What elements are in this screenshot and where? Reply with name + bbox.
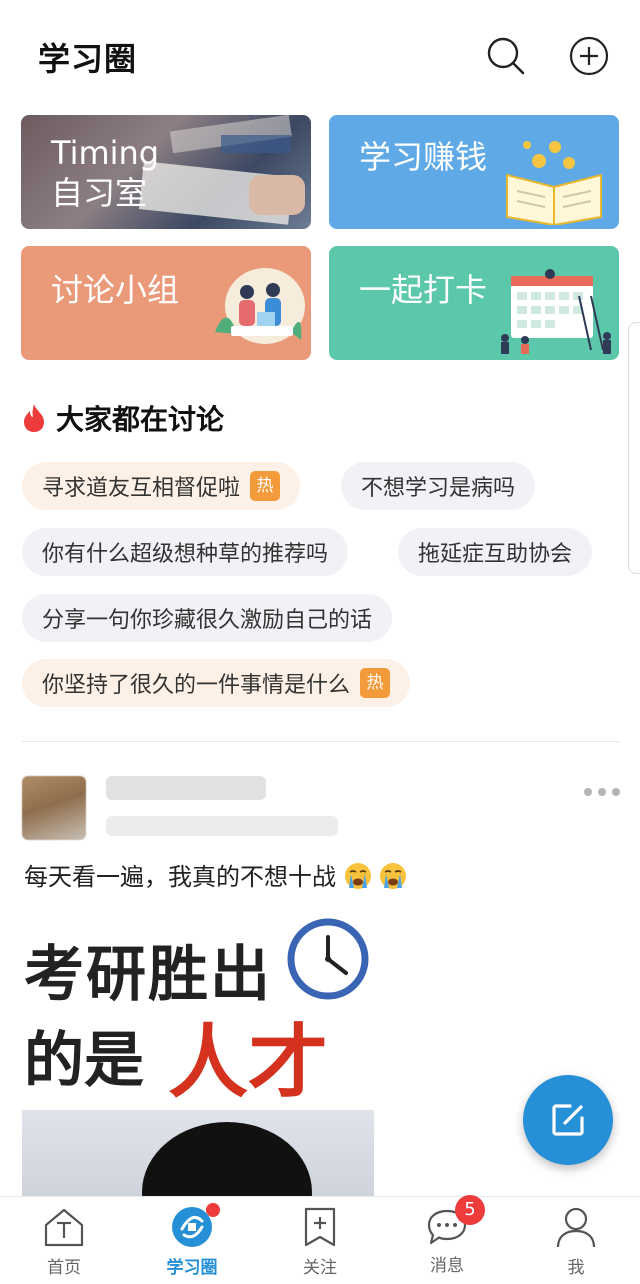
topic-text: 寻求道友互相督促啦 [42,476,241,501]
topic-text: 你有什么超级想种草的推荐吗 [42,542,329,567]
topic-text: 分享一句你珍藏很久激励自己的话 [42,608,373,633]
discussion-group-card[interactable]: 讨论小组 [21,246,311,360]
check-in-together-card[interactable]: 一起打卡 [329,246,619,360]
profile-icon [556,1207,596,1248]
timing-study-room-card[interactable]: Timing 自习室 [21,115,311,229]
card-title: 讨论小组 [51,271,180,309]
crying-face-icon [344,863,371,889]
card-title-line1: Timing [51,134,160,172]
compose-post-button[interactable] [523,1075,613,1165]
clock-icon [287,918,369,1000]
more-dot [612,788,620,796]
group-people-illustration [215,268,305,344]
home-icon [44,1208,84,1247]
post-text[interactable]: 每天看一遍，我真的不想十战 [24,857,407,892]
card-title-line2: 自习室 [51,174,148,212]
topic-text: 不想学习是病吗 [361,476,516,501]
nav-label: 关注 [303,1258,337,1278]
nav-messages[interactable]: 5 消息 [397,1195,497,1284]
notification-dot [206,1203,220,1217]
nav-follow[interactable]: 关注 [270,1197,370,1284]
nav-home[interactable]: 首页 [14,1197,114,1284]
card-title: 学习赚钱 [359,138,488,176]
topic-chip[interactable]: 你有什么超级想种草的推荐吗 [22,528,349,576]
card-title: 一起打卡 [359,271,488,309]
follow-bookmark-icon [304,1207,336,1247]
flame-icon [24,404,44,432]
nav-study-circle[interactable]: 学习圈 [142,1197,242,1284]
plus-circle-icon [569,36,609,76]
topic-chip[interactable]: 你坚持了很久的一件事情是什么 热 [22,659,411,707]
topic-chip[interactable]: 分享一句你珍藏很久激励自己的话 [22,594,393,642]
discussion-section-title: 大家都在讨论 [22,398,224,438]
hot-badge: 热 [250,471,281,501]
topic-chip[interactable]: 寻求道友互相督促啦 热 [22,462,301,510]
topic-text: 你坚持了很久的一件事情是什么 [42,673,351,698]
nav-label: 我 [567,1258,585,1278]
username-blurred[interactable] [106,776,266,800]
more-dot [598,788,606,796]
study-earn-money-card[interactable]: 学习赚钱 [329,115,619,229]
add-button[interactable] [569,36,609,76]
section-title-text: 大家都在讨论 [56,403,225,436]
page-title: 学习圈 [38,40,138,78]
crying-face-icon [380,863,407,889]
image-text-highlight: 人才 [168,1015,328,1109]
image-text-line2: 的是 [24,1026,144,1096]
topic-chip[interactable]: 拖延症互助协会 [398,528,593,576]
unread-badge: 5 [455,1195,485,1225]
post-meta-blurred [106,816,338,836]
topic-text: 拖延症互助协会 [418,542,573,567]
more-options-button[interactable] [584,784,620,800]
section-divider [22,741,620,742]
open-book-coins-icon [506,141,602,225]
nav-label: 消息 [430,1256,464,1276]
edit-icon [552,1104,584,1136]
calendar-team-illustration [501,269,611,354]
avatar[interactable] [22,776,86,840]
nav-label: 首页 [47,1258,81,1278]
post-text-body: 每天看一遍，我真的不想十战 [24,863,336,891]
app-header: 学习圈 [0,0,640,110]
more-dot [584,788,592,796]
post-image[interactable]: 考研胜出 的是 人才 [22,912,398,1196]
search-button[interactable] [486,36,526,76]
hot-badge: 热 [360,668,391,698]
nav-profile[interactable]: 我 [526,1197,626,1284]
scroll-indicator [628,322,640,574]
topic-chip[interactable]: 不想学习是病吗 [341,462,536,510]
bottom-navigation: 首页 学习圈 关注 5 消息 我 [0,1195,640,1284]
search-icon [487,37,525,75]
nav-label: 学习圈 [166,1258,218,1278]
